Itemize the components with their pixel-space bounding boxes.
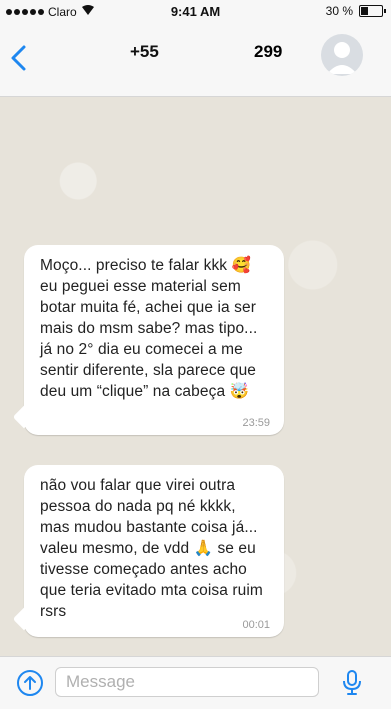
back-button[interactable] [8,44,32,72]
chat-area: Moço... preciso te falar kkk 🥰 eu peguei… [0,97,391,657]
contact-number-suffix[interactable]: 299 [254,42,282,62]
message-time: 23:59 [242,417,270,429]
upload-button[interactable] [16,669,44,697]
contact-avatar[interactable] [321,34,363,76]
battery-area: 30 % [325,4,386,18]
microphone-icon [343,670,361,695]
battery-icon [359,5,386,17]
composer-bar [0,656,391,709]
chat-header: +55 299 [0,22,391,97]
battery-percent: 30 % [325,4,353,18]
message-text: Moço... preciso te falar kkk 🥰 eu peguei… [40,257,258,400]
redacted-region [172,42,254,64]
mic-button[interactable] [339,669,365,697]
message-bubble: Moço... preciso te falar kkk 🥰 eu peguei… [24,245,284,435]
message-text: não vou falar que virei outra pessoa do … [40,477,263,620]
arrow-up-circle-icon [17,670,43,696]
message-bubble: não vou falar que virei outra pessoa do … [24,465,284,637]
person-icon [327,42,357,74]
contact-number-prefix[interactable]: +55 [130,42,159,62]
status-bar: Claro 9:41 AM 30 % [0,0,391,22]
message-time: 00:01 [242,619,270,631]
message-input[interactable] [55,667,319,697]
chevron-left-icon [11,45,26,71]
